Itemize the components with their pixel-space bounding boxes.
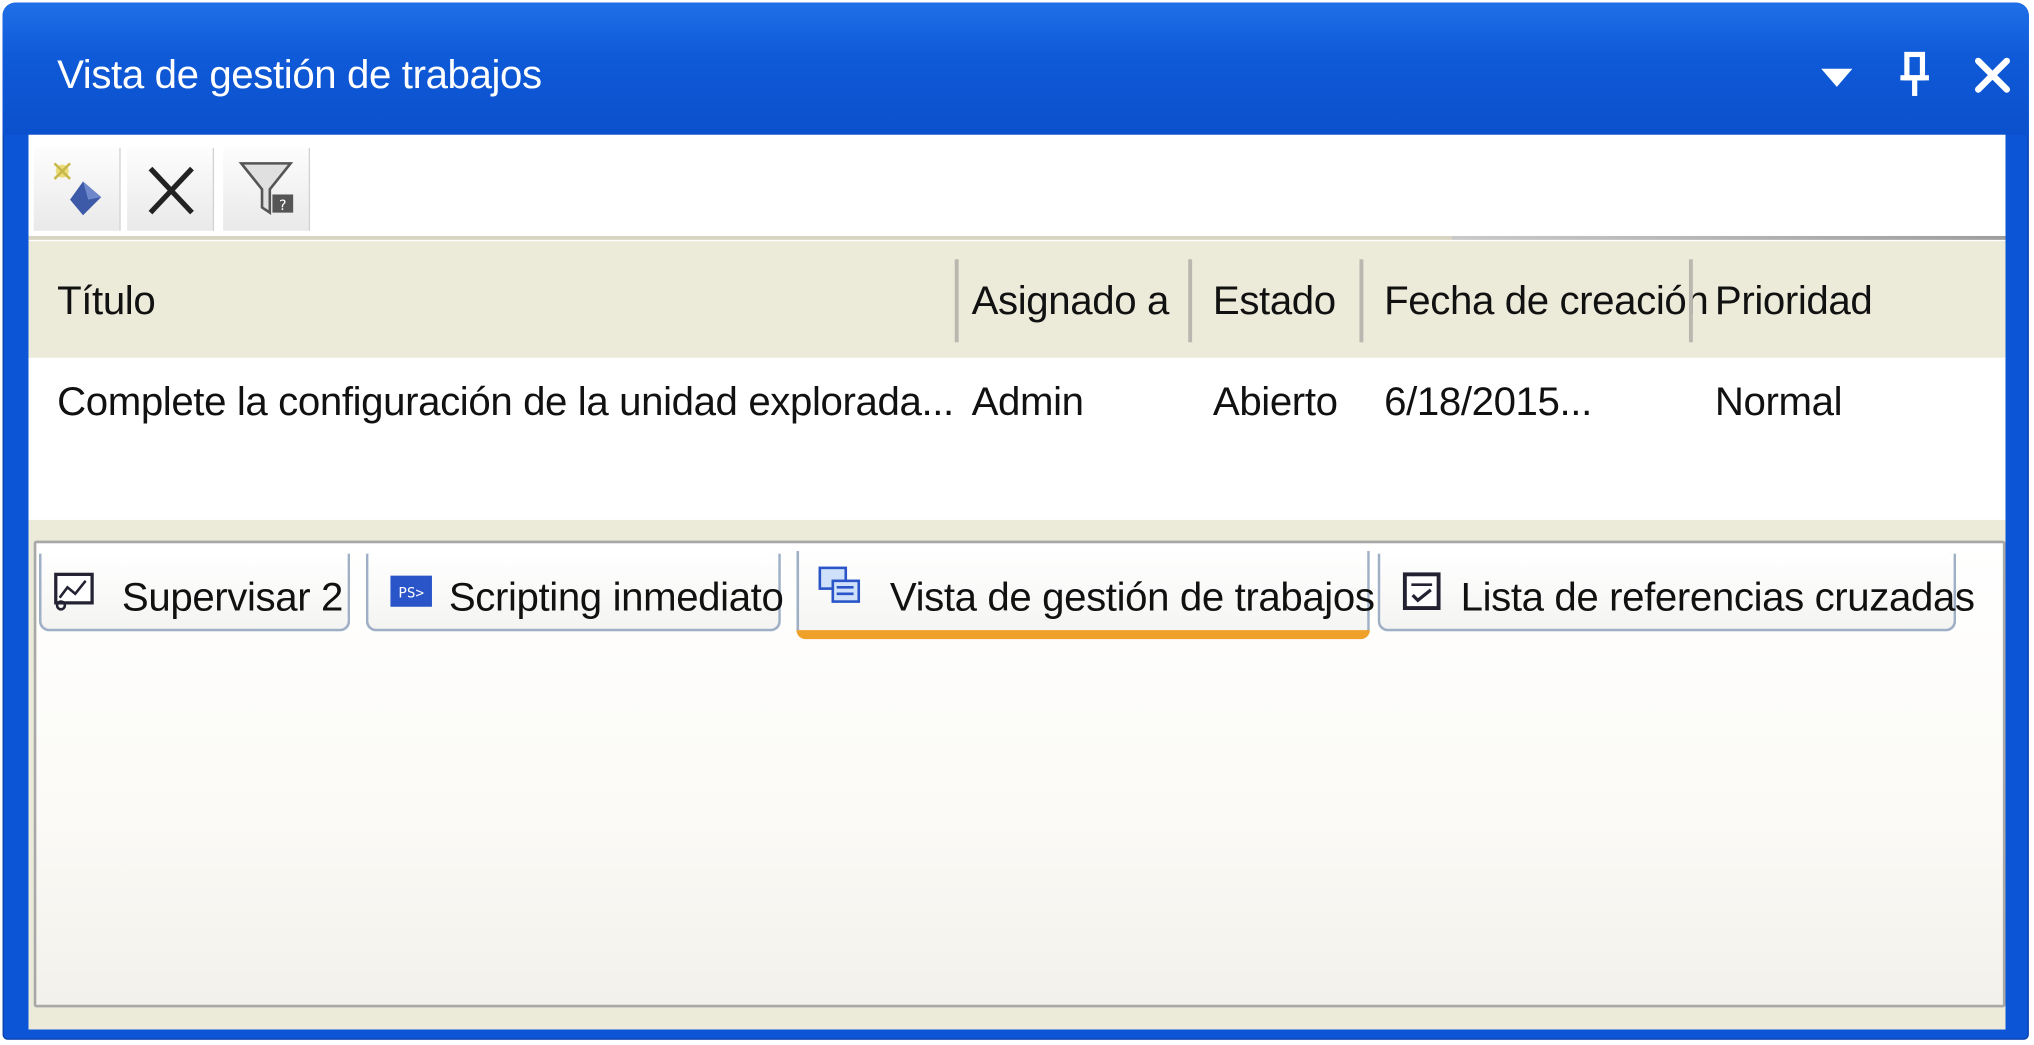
- tab-supervisar-2[interactable]: Supervisar 2: [38, 553, 351, 632]
- svg-text:?: ?: [279, 198, 287, 214]
- tab-vista-gestion-trabajos[interactable]: Vista de gestión de trabajos: [796, 551, 1375, 640]
- cross-reference-icon: [1398, 567, 1447, 616]
- column-header-title[interactable]: Título: [57, 277, 156, 324]
- job-management-icon: [815, 561, 864, 610]
- tab-label: Scripting inmediato: [448, 574, 784, 620]
- column-separator[interactable]: [1359, 259, 1364, 343]
- svg-text:PS>: PS>: [398, 586, 424, 602]
- column-separator[interactable]: [1688, 259, 1693, 343]
- title-bar[interactable]: Vista de gestión de trabajos: [2, 2, 2029, 135]
- tab-label: Vista de gestión de trabajos: [889, 574, 1375, 620]
- document-tab-area: Supervisar 2 PS> Scripting inmediato Vis…: [28, 519, 2006, 1030]
- table-row[interactable]: Complete la configuración de la unidad e…: [28, 357, 2006, 520]
- column-header-priority[interactable]: Prioridad: [1715, 277, 1873, 324]
- tab-panel: Supervisar 2 PS> Scripting inmediato Vis…: [33, 540, 2006, 1008]
- filter-button[interactable]: ?: [223, 147, 311, 231]
- tab-scripting-inmediato[interactable]: PS> Scripting inmediato: [365, 553, 784, 632]
- tab-label: Supervisar 2: [121, 574, 344, 620]
- pin-icon[interactable]: [1886, 47, 1943, 104]
- column-header-assigned[interactable]: Asignado a: [972, 277, 1170, 324]
- column-separator[interactable]: [954, 259, 959, 343]
- delete-button[interactable]: [127, 147, 215, 231]
- cell-status: Abierto: [1212, 378, 1338, 424]
- client-area: ? Título Asignado a Estado Fecha de crea…: [28, 134, 2006, 1030]
- cell-priority: Normal: [1714, 378, 1843, 424]
- delete-icon: [148, 166, 194, 215]
- new-job-button[interactable]: [33, 147, 121, 231]
- dropdown-icon[interactable]: [1808, 47, 1865, 104]
- cell-created: 6/18/2015...: [1384, 378, 1592, 424]
- cell-title: Complete la configuración de la unidad e…: [57, 378, 954, 424]
- cell-assigned: Admin: [971, 378, 1084, 424]
- new-job-icon: [53, 162, 102, 216]
- active-tab-indicator: [796, 630, 1370, 640]
- tab-lista-referencias-cruzadas[interactable]: Lista de referencias cruzadas: [1377, 553, 1975, 632]
- grid-header: Título Asignado a Estado Fecha de creaci…: [28, 241, 2006, 358]
- column-header-created[interactable]: Fecha de creación: [1384, 277, 1709, 324]
- script-icon: PS>: [387, 567, 436, 616]
- monitor-icon: [49, 567, 98, 616]
- window-title: Vista de gestión de trabajos: [57, 51, 542, 98]
- toolbar: ?: [28, 134, 2006, 240]
- filter-icon: ?: [238, 162, 294, 216]
- tab-label: Lista de referencias cruzadas: [1460, 574, 1975, 620]
- close-icon[interactable]: [1964, 47, 2021, 104]
- toolbar-divider: [28, 235, 2006, 240]
- job-management-window: Vista de gestión de trabajos ? Título As…: [2, 2, 2029, 1040]
- column-separator[interactable]: [1188, 259, 1193, 343]
- column-header-status[interactable]: Estado: [1213, 277, 1336, 324]
